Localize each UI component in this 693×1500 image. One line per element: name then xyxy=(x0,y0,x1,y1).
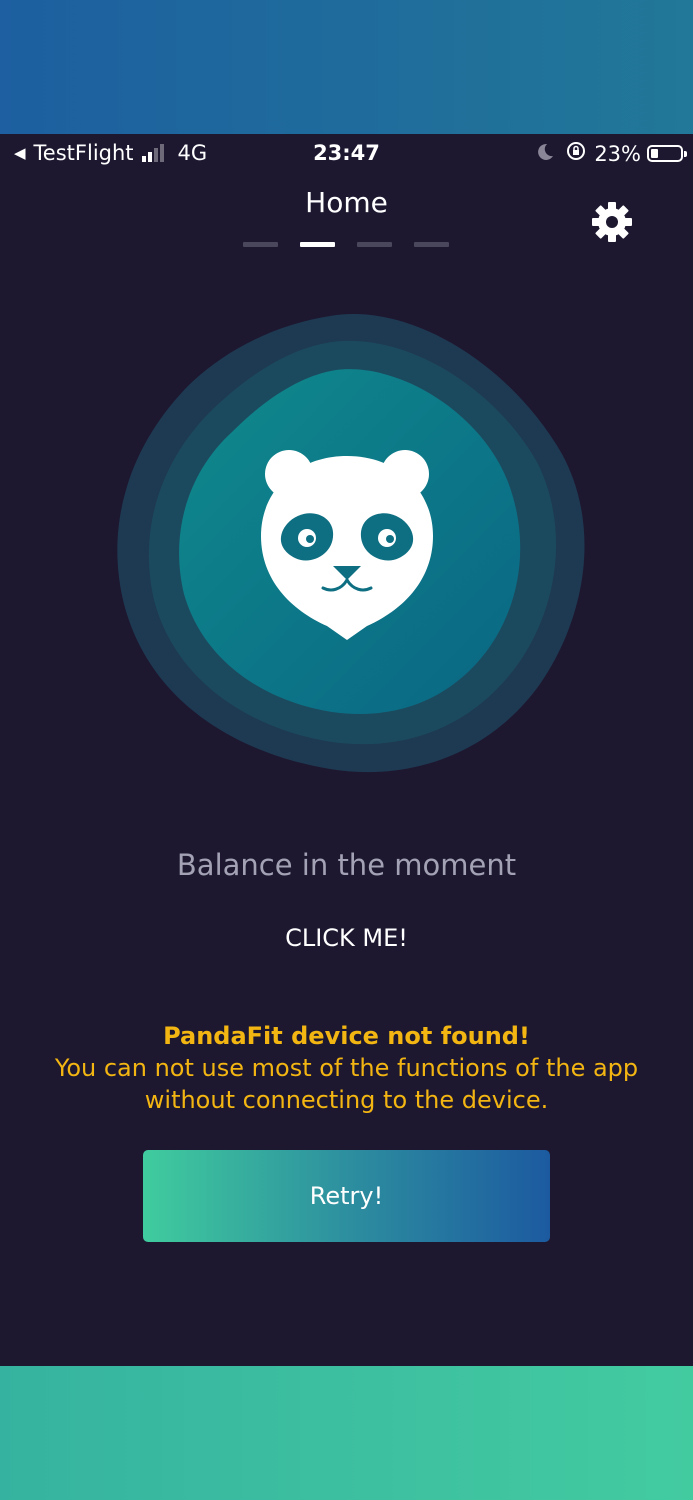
page-indicator xyxy=(243,242,449,247)
panda-logo-button[interactable] xyxy=(110,304,585,779)
warning-title: PandaFit device not found! xyxy=(163,1022,530,1050)
battery-percent: 23% xyxy=(594,141,641,166)
status-right: 23% xyxy=(536,141,687,166)
battery-icon xyxy=(647,145,687,162)
status-bar: ◀ TestFlight 4G 23:47 23% xyxy=(0,134,693,172)
gear-icon xyxy=(592,202,632,242)
warning-line-1: You can not use most of the functions of… xyxy=(54,1054,639,1082)
top-gradient-band xyxy=(0,0,693,134)
retry-button[interactable]: Retry! xyxy=(143,1150,550,1242)
app-screen: ◀ TestFlight 4G 23:47 23% Home Balance i… xyxy=(0,134,693,1366)
orientation-lock-icon xyxy=(566,141,586,166)
page-dot[interactable] xyxy=(357,242,392,247)
moon-icon xyxy=(536,142,554,166)
settings-button[interactable] xyxy=(588,198,636,246)
click-me-link[interactable]: CLICK ME! xyxy=(0,924,693,952)
warning-line-2: without connecting to the device. xyxy=(144,1086,549,1114)
bottom-gradient-band xyxy=(0,1366,693,1500)
device-warning: PandaFit device not found! You can not u… xyxy=(0,1020,693,1116)
panda-logo-icon xyxy=(117,314,585,773)
page-dot-active[interactable] xyxy=(300,242,335,247)
tagline: Balance in the moment xyxy=(176,848,517,882)
page-dot[interactable] xyxy=(414,242,449,247)
page-dot[interactable] xyxy=(243,242,278,247)
